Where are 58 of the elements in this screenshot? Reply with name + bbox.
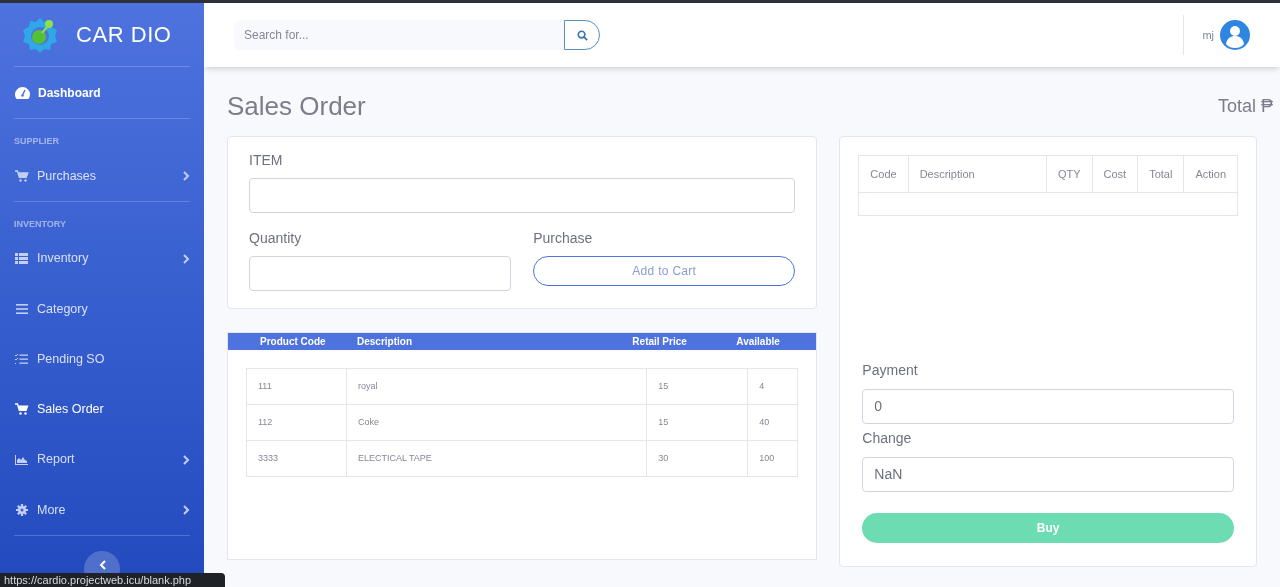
page-title: Sales Order — [227, 90, 366, 123]
search-field[interactable]: Search for... — [234, 20, 564, 50]
table-cell: 15 — [646, 368, 748, 405]
total-label: Total ₱ — [1217, 95, 1273, 118]
brand-name[interactable]: CAR DIO — [76, 18, 172, 52]
chevron-left-icon — [98, 560, 106, 570]
column-header: QTY — [1046, 155, 1093, 193]
section-heading: INVENTORY — [14, 218, 67, 231]
column-header: Product Code — [259, 335, 327, 349]
table-cell: Coke — [346, 404, 647, 441]
quantity-field[interactable] — [249, 256, 512, 291]
user-name[interactable]: mj — [1202, 26, 1214, 44]
column-header: Description — [357, 335, 413, 349]
field-label: Change — [862, 429, 913, 448]
field-label: Quantity — [249, 229, 303, 248]
search-icon — [576, 29, 588, 41]
section-heading: SUPPLIER — [14, 135, 60, 149]
item-field[interactable] — [249, 178, 796, 213]
gauge-icon — [15, 86, 30, 99]
column-header: Action — [1183, 155, 1238, 193]
cart-icon — [14, 169, 29, 182]
nav-link[interactable]: More — [14, 484, 190, 535]
column-header: Total — [1137, 155, 1184, 193]
nav-link[interactable]: Purchases — [14, 150, 190, 201]
menu-icon — [15, 303, 28, 314]
column-header: Retail Price — [632, 335, 688, 349]
gear-icon — [15, 503, 28, 516]
column-header: Available — [736, 335, 781, 349]
nav-link[interactable]: Pending SO — [14, 334, 190, 385]
field-label: Payment — [862, 361, 919, 380]
table-cell: 112 — [246, 404, 347, 441]
area-chart-icon — [15, 454, 28, 465]
column-header: Cost — [1092, 155, 1138, 193]
table-cell: 40 — [747, 404, 798, 441]
table-cell: 111 — [246, 368, 347, 405]
nav-link[interactable]: Dashboard — [14, 67, 190, 119]
table-cell: royal — [346, 368, 647, 405]
field-label: Purchase — [533, 229, 594, 248]
table-cell: 3333 — [246, 440, 347, 477]
table-cell: 15 — [646, 404, 748, 441]
nav-link[interactable]: Category — [14, 283, 190, 334]
table-cell: 30 — [646, 440, 748, 477]
change-field[interactable]: NaN — [862, 457, 1234, 492]
table-icon — [15, 253, 28, 265]
nav-link[interactable]: Inventory — [14, 233, 190, 284]
table-cell: 4 — [747, 368, 798, 405]
column-header: Description — [908, 155, 1047, 193]
avatar-icon[interactable] — [1220, 20, 1250, 50]
cart-icon — [14, 403, 29, 416]
nav-link[interactable]: Sales Order — [14, 384, 190, 435]
table-cell: 100 — [747, 440, 798, 477]
nav-link[interactable]: Report — [14, 434, 190, 485]
checklist-icon — [15, 354, 28, 365]
url-tooltip: https://cardio.projectweb.icu/blank.php — [0, 573, 225, 587]
column-header: Code — [858, 155, 909, 193]
payment-field[interactable]: 0 — [862, 389, 1234, 424]
field-label: ITEM — [249, 151, 284, 170]
table-cell: ELECTICAL TAPE — [346, 440, 647, 477]
